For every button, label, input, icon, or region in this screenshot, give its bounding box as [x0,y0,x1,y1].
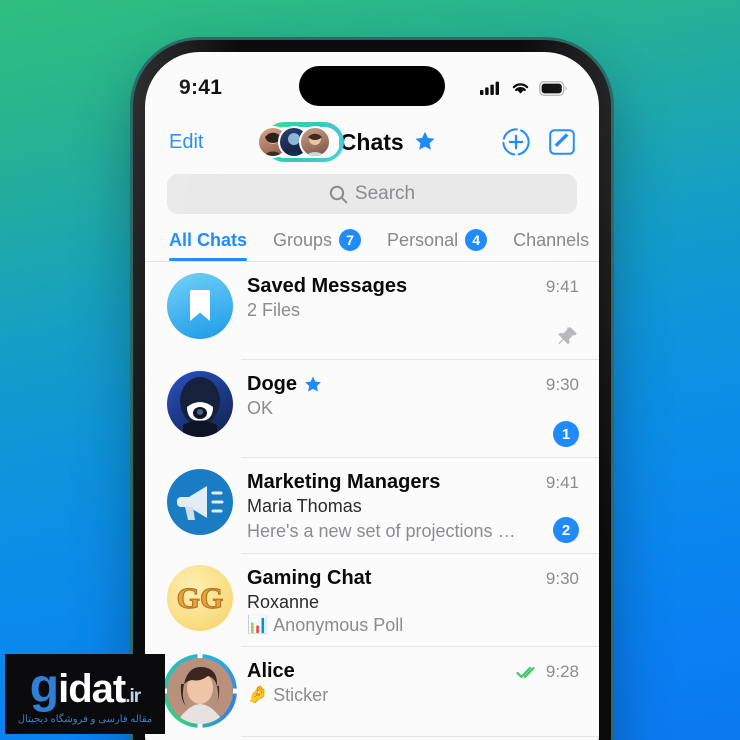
chat-content: Doge 9:30 OK 1 [247,371,579,447]
chat-time: 9:30 [545,568,579,588]
chat-name: Alice [247,660,295,682]
chat-preview: OK [247,398,274,418]
search-input[interactable]: Search [167,174,577,214]
edit-button[interactable]: Edit [169,131,203,154]
chat-title-row: Gaming Chat 9:30 [247,567,579,590]
cellular-bars-icon [480,81,499,95]
chat-list-item-alice[interactable]: Alice 9:28 🤌 Sticker [145,647,599,737]
phone-screen: 9:41 Edit Chats Search All Chats Groups … [145,52,599,740]
tab-label: Groups [273,229,333,250]
hooded-figure-icon [180,377,220,437]
nav-actions [501,127,577,157]
add-story-plus-icon[interactable] [501,127,531,157]
chat-list-item-doge[interactable]: Doge 9:30 OK 1 [145,360,599,458]
watermark-text: g idat .ir [29,660,141,713]
watermark-g-letter: g [29,660,59,713]
poll-emoji-icon: 📊 [247,614,269,634]
svg-text:GG: GG [177,582,224,615]
avatar-alice [158,652,242,730]
chat-preview: Here's a new set of projections for the.… [247,520,517,541]
chat-title-row: Saved Messages 9:41 [247,275,579,298]
tab-groups[interactable]: Groups 7 [273,229,362,261]
status-time: 9:41 [179,76,223,99]
avatar-saved-messages [167,273,233,339]
chat-sender: Roxanne [247,592,320,612]
wifi-icon [512,83,529,94]
sticker-emoji-icon: 🤌 [247,684,269,704]
woman-photo [167,658,233,724]
chat-meta: 9:30 [546,569,579,589]
navigation-bar: Edit Chats [145,114,599,170]
chat-list-item-gaming-chat[interactable]: GG Gaming Chat 9:30 Roxanne 📊 Anonymous … [145,554,599,647]
status-indicators [480,80,567,96]
chat-name: Saved Messages [247,275,408,297]
watermark-logo: g idat .ir مقاله فارسی و فروشگاه دیجیتال [5,654,165,734]
watermark-subtitle: مقاله فارسی و فروشگاه دیجیتال [17,714,153,725]
chat-meta: 9:41 [546,277,579,297]
chat-sender: Maria Thomas [247,496,362,516]
tab-badge: 7 [339,229,362,251]
watermark-name: idat [58,667,126,711]
chat-list: Saved Messages 9:41 2 Files Doge 9:30 OK… [145,262,599,740]
avatar-marketing-managers [167,469,233,535]
chat-content: Saved Messages 9:41 2 Files [247,273,579,349]
chat-time: 9:41 [545,472,579,492]
chat-preview: Anonymous Poll [273,615,404,635]
screenshot-stage: 9:41 Edit Chats Search All Chats Groups … [0,0,740,740]
pin-icon [558,327,577,345]
watermark-tld: .ir [125,686,141,707]
page-title: Chats [339,128,404,155]
status-bar: 9:41 [145,52,599,114]
phone-device-frame: 9:41 Edit Chats Search All Chats Groups … [133,40,611,740]
chat-preview: Sticker [273,685,329,705]
chat-name: Doge [247,373,297,395]
chat-list-item-marketing-managers[interactable]: Marketing Managers 9:41 Maria Thomas Her… [145,458,599,554]
search-placeholder: Search [354,183,416,204]
avatar-gaming-chat: GG [167,565,233,631]
avatar-doge [167,371,233,437]
search-icon [329,185,348,203]
chat-status-row: 1 [247,421,579,447]
stories-avatar-stack[interactable] [256,122,344,162]
chat-list-item-saved-messages[interactable]: Saved Messages 9:41 2 Files [145,262,599,360]
chat-time: 9:28 [545,661,579,681]
chat-status-row [247,323,579,349]
premium-star-icon [415,131,435,150]
chat-title-row: Marketing Managers 9:41 [247,471,579,494]
chat-time: 9:30 [545,374,579,394]
unread-badge: 2 [553,517,579,543]
chat-content: Marketing Managers 9:41 Maria Thomas Her… [247,469,579,543]
tab-label: Channels [513,230,590,250]
nav-title-group: Chats [213,122,491,162]
chat-meta: 9:30 [546,375,579,395]
tab-personal[interactable]: Personal 4 [387,229,488,261]
tab-badge: 4 [465,229,488,251]
bookmark-icon [190,290,210,321]
chat-title-row: Doge 9:30 [247,373,579,396]
tab-all-chats[interactable]: All Chats [169,230,248,261]
tab-label: All Chats [169,230,248,250]
search-container: Search [145,170,599,214]
tab-label: Personal [387,229,459,250]
chat-meta: 9:41 [546,473,579,493]
gg-letters-icon: GG [176,581,224,615]
compose-pencil-icon[interactable] [547,127,577,157]
chat-name: Marketing Managers [247,471,441,493]
dynamic-island [299,66,445,106]
chat-title-row: Alice 9:28 [247,660,579,683]
avatar [298,126,331,158]
chat-preview: 2 Files [247,300,301,320]
battery-full-icon [539,80,567,96]
chat-content: Gaming Chat 9:30 Roxanne 📊 Anonymous Pol… [247,565,579,636]
chat-filter-tabs: All Chats Groups 7 Personal 4 Channels B [145,214,599,262]
megaphone-icon [177,486,224,520]
chat-time: 9:41 [545,276,579,296]
unread-badge: 1 [553,421,579,447]
chat-meta: 9:28 [516,662,579,682]
read-receipt-double-check-icon [516,666,535,678]
chat-content: Alice 9:28 🤌 Sticker [247,658,579,726]
tab-channels[interactable]: Channels [513,230,589,261]
chat-name: Gaming Chat [247,567,372,589]
premium-star-icon [305,376,321,391]
